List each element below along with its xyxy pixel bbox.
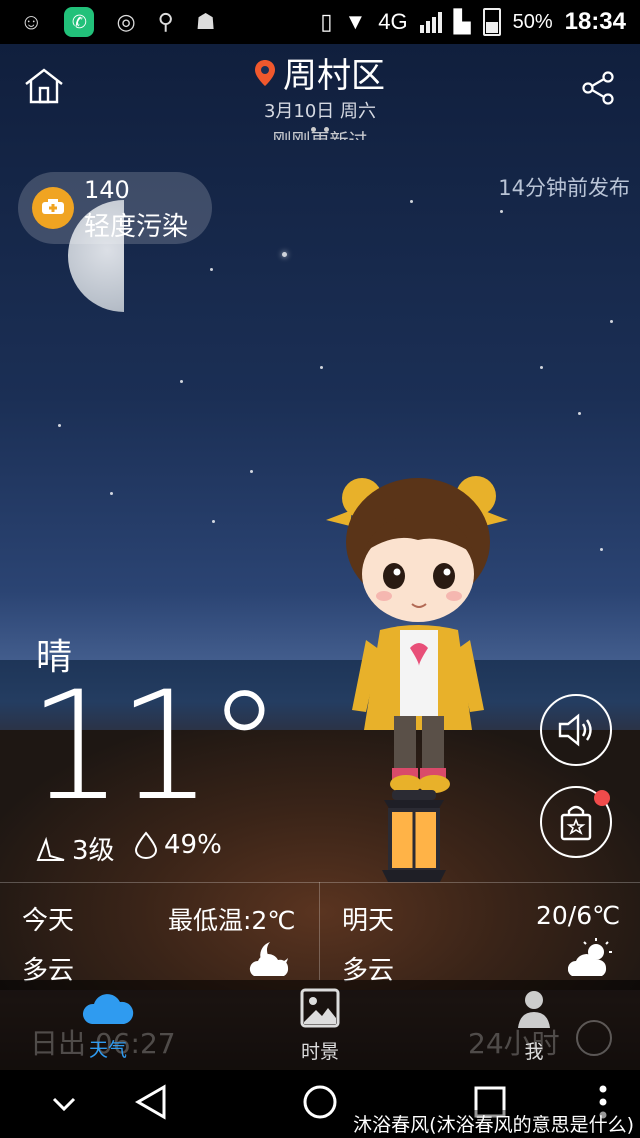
location-pin-icon [255,59,275,86]
air-quality-badge[interactable]: 140 轻度污染 [18,172,212,244]
today-label: 今天 [22,906,75,936]
expand-chevron-icon[interactable] [576,1020,612,1056]
cartoon-character-image [326,476,508,882]
air-quality-icon [32,187,74,229]
smiley-icon: ☺ [20,9,43,34]
app-icon: ◎ [116,9,136,34]
vibrate-icon: ▯ [320,9,333,34]
tomorrow-temperature: 20/6℃ [536,901,621,930]
forecast-divider [319,882,320,980]
update-status: 刚刚更新过 [0,126,640,140]
star [250,470,253,473]
air-quality-value: 140 [84,176,130,204]
picture-icon [300,988,340,1028]
home-nav-icon[interactable] [302,1084,338,1120]
star [540,366,543,369]
back-icon[interactable] [134,1084,168,1120]
cloudy-night-icon [249,942,289,976]
wechat-icon: ✆ [64,7,95,37]
location-header[interactable]: 周村区 3月10日 周六 刚刚更新过 [0,48,640,140]
star [578,412,581,415]
star [500,210,503,213]
star [180,380,183,383]
clock: 18:34 [564,8,626,35]
chevron-down-icon[interactable] [52,1096,76,1112]
tab-scene[interactable]: 时景 [290,988,350,1064]
tab-me-label: 我 [524,1041,544,1063]
share-icon[interactable] [580,70,616,106]
star [320,366,323,369]
partly-cloudy-icon [568,938,612,976]
star [610,320,613,323]
signal-icon [419,11,442,33]
wind-icon [36,836,65,861]
tab-me[interactable]: 我 [504,988,564,1064]
air-quality-level: 轻度污染 [84,212,189,242]
publish-time: 14分钟前发布 [498,176,630,200]
shopping-bag-icon [560,805,592,841]
cloud-icon [82,994,134,1024]
wind-level: 3级 [72,836,115,866]
humidity-value: 49% [164,830,222,860]
wifi-icon: ▼ [344,9,367,34]
speaker-icon [558,713,592,747]
watermark-text: 沐浴春风(沐浴春风的意思是什么) [351,1110,636,1137]
date-label: 3月10日 周六 [263,101,377,122]
battery-percent: 50% [512,10,553,33]
star [212,520,215,523]
tab-weather-label: 天气 [88,1039,127,1061]
notification-dot [594,790,610,806]
star [110,492,113,495]
current-temperature: 11° [28,660,282,834]
android-icon: ☗ [195,9,216,34]
star [210,268,213,271]
voice-broadcast-button[interactable] [540,694,612,766]
network-type: 4G [378,9,408,34]
battery-icon [482,8,501,36]
wind-info: 3级 [36,830,115,867]
city-name: 周村区 [283,56,385,96]
today-temperature: 最低温:2℃ [168,906,296,935]
forecast-strip [0,882,640,983]
person-icon [518,991,550,1028]
humidity-icon [134,831,158,859]
star [410,200,413,203]
tab-scene-label: 时景 [300,1041,339,1063]
star [600,548,603,551]
star [58,424,61,427]
star [282,252,287,257]
tab-weather[interactable]: 天气 [78,988,138,1062]
sim-icon: ▙ [453,9,471,34]
usb-icon: ⚲ [157,9,174,34]
humidity-info: 49% [134,830,222,860]
tomorrow-label: 明天 [342,906,395,936]
status-bar: ☺ ✆ ◎ ⚲ ☗ ▯ ▼ 4G ▙ 50% 18:34 [0,0,640,44]
